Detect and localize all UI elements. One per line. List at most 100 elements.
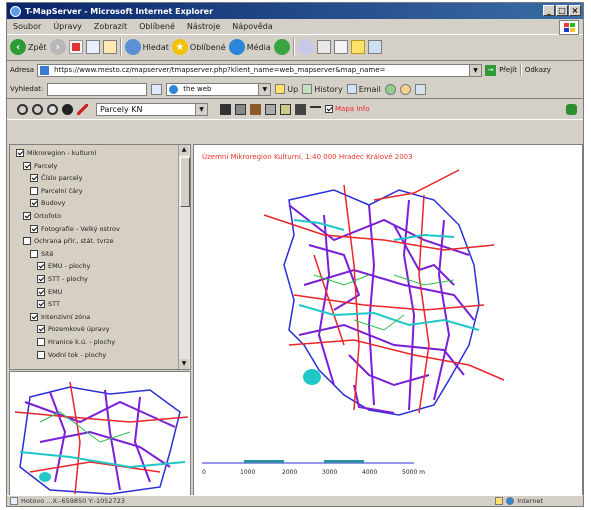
layer-checkbox[interactable]: [37, 350, 45, 359]
print-map-icon[interactable]: [295, 103, 306, 115]
options-button[interactable]: [384, 83, 396, 95]
messenger-button[interactable]: [367, 40, 382, 54]
layer-checkbox[interactable]: [30, 249, 38, 258]
page-icon: [40, 65, 50, 75]
menu-view[interactable]: Zobrazit: [94, 22, 127, 31]
menu-edit[interactable]: Úpravy: [53, 22, 82, 31]
address-input[interactable]: https://www.mesto.cz/mapserver/tmapserve…: [37, 63, 483, 77]
layer-select-arrow[interactable]: ▼: [195, 103, 207, 115]
layer-checkbox[interactable]: [37, 287, 45, 296]
overview-map[interactable]: [9, 371, 191, 498]
layer-checkbox[interactable]: [23, 161, 31, 170]
scroll-down-arrow[interactable]: ▼: [179, 359, 189, 369]
print-button[interactable]: [316, 40, 331, 54]
go-button[interactable]: Přejít: [499, 66, 517, 74]
history-button[interactable]: [273, 39, 290, 55]
google-search-input[interactable]: [47, 82, 148, 96]
scale-labels: 0 1000 2000 3000 4000 5000 m: [202, 469, 426, 476]
layer-item[interactable]: EMU: [37, 287, 62, 296]
search-button[interactable]: Hledat: [124, 39, 169, 55]
layer-item[interactable]: Fotografie - Velký ostrov: [30, 224, 120, 233]
pan-icon[interactable]: [47, 103, 58, 115]
layer-item[interactable]: STT - plochy: [37, 275, 88, 283]
layer-item[interactable]: Hranice k.ú. - plochy: [37, 338, 115, 346]
minimize-button[interactable]: _: [543, 5, 555, 16]
arrows-icon[interactable]: [310, 106, 321, 117]
scroll-thumb[interactable]: [180, 157, 190, 207]
mail-button[interactable]: [297, 39, 314, 55]
links-button[interactable]: Odkazy: [525, 66, 551, 74]
layer-checkbox[interactable]: [37, 325, 45, 334]
address-dropdown-arrow[interactable]: ▼: [469, 64, 482, 76]
layer-checkbox[interactable]: [37, 262, 45, 271]
google-search-icon[interactable]: [151, 83, 163, 95]
home-button[interactable]: [102, 40, 117, 54]
menu-help[interactable]: Nápověda: [232, 22, 273, 31]
go-arrow-icon[interactable]: →: [485, 64, 497, 76]
layer-item[interactable]: Intenzivní zóna: [30, 312, 90, 321]
layer-item[interactable]: Pozemkové úpravy: [37, 325, 109, 334]
layer-checkbox[interactable]: [30, 199, 38, 208]
layer-item[interactable]: Ochrana přír., stát. tvrze: [23, 237, 114, 246]
menu-file[interactable]: Soubor: [13, 22, 41, 31]
refresh-button[interactable]: [85, 40, 100, 54]
map-view[interactable]: Územní Mikroregion Kulturní, 1:40 000 Hr…: [193, 144, 583, 498]
menu-favorites[interactable]: Oblíbené: [139, 22, 175, 31]
forward-button[interactable]: ›: [49, 39, 66, 55]
layer-checkbox[interactable]: [30, 186, 38, 195]
layer-item[interactable]: Budovy: [30, 199, 65, 208]
up-button[interactable]: Up: [275, 84, 298, 94]
layer-checkbox[interactable]: [37, 338, 45, 346]
layer-checkbox[interactable]: [30, 312, 38, 321]
legend-icon[interactable]: [280, 103, 291, 115]
email-link[interactable]: Email: [346, 84, 381, 94]
layer-checkbox[interactable]: [16, 149, 24, 157]
layer-item[interactable]: STT: [37, 300, 60, 309]
highlight-button[interactable]: [399, 83, 411, 95]
layers-scrollbar[interactable]: ▲ ▼: [178, 145, 190, 369]
folder-button[interactable]: [350, 40, 365, 54]
binoculars-icon[interactable]: [220, 103, 231, 115]
history-link[interactable]: History: [302, 84, 343, 94]
media-button[interactable]: Média: [228, 39, 271, 55]
select-area-icon[interactable]: [235, 103, 246, 115]
help-icon[interactable]: [566, 103, 577, 115]
edit-button[interactable]: [333, 40, 348, 54]
layer-item[interactable]: Vodní tok - plochy: [37, 350, 106, 359]
bucket-icon[interactable]: [250, 103, 261, 115]
extra-button[interactable]: [414, 83, 426, 95]
layer-checkbox[interactable]: [23, 212, 31, 220]
layer-item[interactable]: Sítě: [30, 249, 53, 258]
close-button[interactable]: ×: [569, 5, 581, 16]
layer-checkbox[interactable]: [37, 300, 45, 309]
layer-item[interactable]: Mikroregion - kulturní: [16, 149, 96, 157]
layer-label: Mikroregion - kulturní: [27, 149, 97, 157]
layer-item[interactable]: Ortofoto: [23, 212, 61, 220]
layer-item[interactable]: EMU - plochy: [37, 262, 90, 271]
media-icon: [228, 39, 245, 55]
layer-checkbox[interactable]: [30, 174, 38, 183]
layer-select[interactable]: Parcely KN ▼: [96, 102, 208, 116]
info-icon[interactable]: [62, 103, 73, 115]
layer-checkbox[interactable]: [30, 224, 38, 233]
menu-tools[interactable]: Nástroje: [187, 22, 220, 31]
search-web-select[interactable]: the web ▼: [166, 82, 272, 96]
layers-icon[interactable]: [265, 103, 276, 115]
zoom-in-icon[interactable]: [17, 103, 28, 115]
layer-checkbox[interactable]: [23, 237, 31, 246]
maximize-button[interactable]: □: [556, 5, 568, 16]
back-button[interactable]: ‹ Zpět: [10, 39, 47, 55]
layer-item[interactable]: Parcelní čáry: [30, 186, 83, 195]
measure-icon[interactable]: [77, 103, 88, 115]
map-toolbar: Parcely KN ▼ Mapa Info: [7, 99, 583, 120]
map-info-toggle[interactable]: Mapa Info: [325, 105, 370, 113]
zoom-out-icon[interactable]: [32, 103, 43, 115]
layer-checkbox[interactable]: [37, 275, 45, 283]
layer-item[interactable]: Parcely: [23, 161, 57, 170]
layer-item[interactable]: Číslo parcely: [30, 174, 82, 183]
scroll-up-arrow[interactable]: ▲: [179, 145, 189, 155]
map-info-checkbox[interactable]: [325, 105, 333, 113]
stop-button[interactable]: [68, 40, 83, 54]
favorites-button[interactable]: ★ Oblíbené: [171, 39, 226, 55]
menu-bar: Soubor Úpravy Zobrazit Oblíbené Nástroje…: [7, 19, 583, 35]
